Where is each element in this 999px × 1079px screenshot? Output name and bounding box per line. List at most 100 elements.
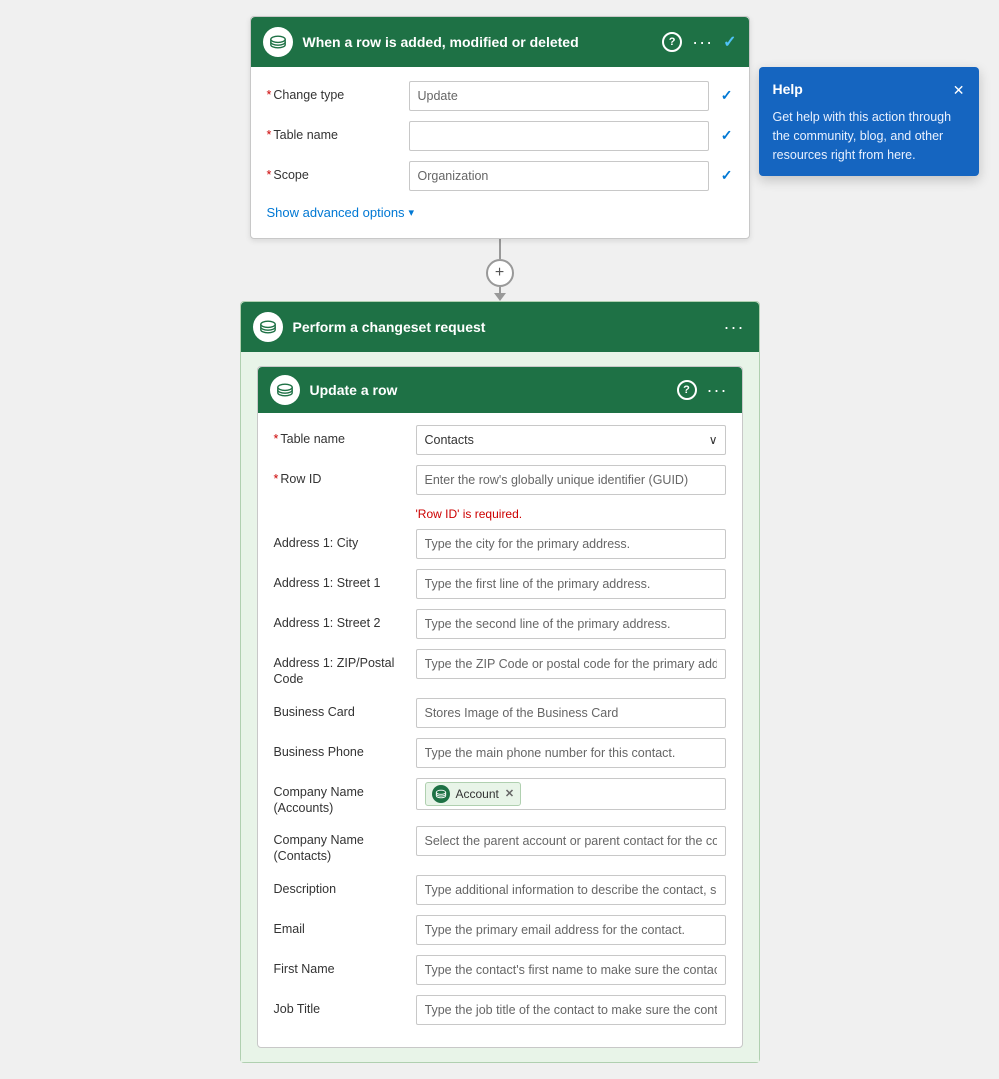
scope-check: ✓: [721, 161, 733, 184]
changeset-card-actions: ···: [722, 317, 747, 338]
trigger-card-title: When a row is added, modified or deleted: [303, 34, 653, 50]
row-id-row: *Row ID: [274, 465, 726, 495]
update-row-icon: [270, 375, 300, 405]
address-city-input[interactable]: [416, 529, 726, 559]
company-accounts-row: Company Name (Accounts): [274, 778, 726, 817]
account-chip-close[interactable]: ✕: [505, 787, 514, 800]
business-card-input[interactable]: [416, 698, 726, 728]
email-label: Email: [274, 915, 404, 937]
trigger-more-button[interactable]: ···: [690, 32, 715, 53]
help-tooltip-text: Get help with this action through the co…: [773, 108, 965, 164]
zip-code-input[interactable]: [416, 649, 726, 679]
email-row: Email: [274, 915, 726, 945]
trigger-card-header: When a row is added, modified or deleted…: [251, 17, 749, 67]
company-contacts-input[interactable]: [416, 826, 726, 856]
first-name-row: First Name: [274, 955, 726, 985]
trigger-card: When a row is added, modified or deleted…: [250, 16, 750, 239]
connector-1: +: [486, 239, 514, 301]
account-chip: Account ✕: [425, 782, 522, 806]
address-street2-label: Address 1: Street 2: [274, 609, 404, 631]
business-phone-row: Business Phone: [274, 738, 726, 768]
job-title-label: Job Title: [274, 995, 404, 1017]
update-row-body: *Table name Contacts ∨ *Row ID: [258, 413, 742, 1047]
change-type-input[interactable]: [409, 81, 709, 111]
trigger-help-button[interactable]: ?: [662, 32, 682, 52]
address-street2-input[interactable]: [416, 609, 726, 639]
table-name-check: ✓: [721, 121, 733, 144]
job-title-input[interactable]: [416, 995, 726, 1025]
job-title-row: Job Title: [274, 995, 726, 1025]
trigger-card-body: Help ✕ Get help with this action through…: [251, 67, 749, 238]
dataverse-icon-3: [276, 381, 294, 399]
advanced-options-chevron: ▾: [409, 206, 415, 219]
first-name-label: First Name: [274, 955, 404, 977]
table-name-trigger-row: *Table name Accounts ✓: [267, 121, 733, 151]
row-id-error-text: 'Row ID' is required.: [416, 507, 726, 521]
changeset-card: Perform a changeset request ··· Update a: [240, 301, 760, 1063]
trigger-card-icon: [263, 27, 293, 57]
description-row: Description: [274, 875, 726, 905]
business-phone-input[interactable]: [416, 738, 726, 768]
business-phone-label: Business Phone: [274, 738, 404, 760]
contacts-table-label: *Table name: [274, 425, 404, 447]
update-row-title: Update a row: [310, 382, 667, 398]
advanced-options-button[interactable]: Show advanced options ▾: [267, 201, 415, 224]
contacts-table-select[interactable]: Contacts: [416, 425, 726, 455]
table-name-trigger-input[interactable]: Accounts: [409, 121, 709, 151]
update-row-header: Update a row ? ···: [258, 367, 742, 413]
help-tooltip-header: Help ✕: [773, 79, 965, 100]
changeset-card-header: Perform a changeset request ···: [241, 302, 759, 352]
account-chip-icon: [432, 785, 450, 803]
dataverse-icon-chip: [435, 788, 447, 800]
email-input[interactable]: [416, 915, 726, 945]
zip-code-row: Address 1: ZIP/Postal Code: [274, 649, 726, 688]
update-row-more-button[interactable]: ···: [705, 380, 730, 401]
advanced-options-label: Show advanced options: [267, 205, 405, 220]
row-id-label: *Row ID: [274, 465, 404, 487]
add-step-button[interactable]: +: [486, 259, 514, 287]
trigger-check: ✓: [723, 32, 736, 52]
row-id-error-row: 'Row ID' is required.: [274, 505, 726, 521]
dataverse-icon: [269, 33, 287, 51]
description-label: Description: [274, 875, 404, 897]
account-chip-label: Account: [456, 787, 499, 801]
scope-label: *Scope: [267, 161, 397, 183]
changeset-more-button[interactable]: ···: [722, 317, 747, 338]
trigger-card-actions: ? ··· ✓: [662, 32, 736, 53]
change-type-label: *Change type: [267, 81, 397, 103]
contacts-table-select-wrapper: Contacts ∨: [416, 425, 726, 455]
address-street2-row: Address 1: Street 2: [274, 609, 726, 639]
change-type-row: *Change type ✓: [267, 81, 733, 111]
changeset-card-title: Perform a changeset request: [293, 319, 712, 335]
update-row-help-button[interactable]: ?: [677, 380, 697, 400]
business-card-row: Business Card: [274, 698, 726, 728]
help-tooltip-title: Help: [773, 79, 803, 100]
description-input[interactable]: [416, 875, 726, 905]
company-accounts-input[interactable]: Account ✕: [416, 778, 726, 810]
update-row-card: Update a row ? ··· *Table name: [257, 366, 743, 1048]
address-street1-row: Address 1: Street 1: [274, 569, 726, 599]
company-contacts-row: Company Name (Contacts): [274, 826, 726, 865]
scope-input[interactable]: [409, 161, 709, 191]
help-tooltip-close-button[interactable]: ✕: [953, 83, 965, 97]
address-street1-input[interactable]: [416, 569, 726, 599]
connector-arrow: [494, 293, 506, 301]
first-name-input[interactable]: [416, 955, 726, 985]
address-city-label: Address 1: City: [274, 529, 404, 551]
business-card-label: Business Card: [274, 698, 404, 720]
company-accounts-label: Company Name (Accounts): [274, 778, 404, 817]
dataverse-icon-2: [259, 318, 277, 336]
zip-code-label: Address 1: ZIP/Postal Code: [274, 649, 404, 688]
changeset-card-body: Update a row ? ··· *Table name: [241, 352, 759, 1062]
contacts-table-row: *Table name Contacts ∨: [274, 425, 726, 455]
help-tooltip: Help ✕ Get help with this action through…: [759, 67, 979, 176]
changeset-card-icon: [253, 312, 283, 342]
update-row-actions: ? ···: [677, 380, 730, 401]
row-id-input[interactable]: [416, 465, 726, 495]
add-step-icon: +: [495, 264, 504, 282]
company-contacts-label: Company Name (Contacts): [274, 826, 404, 865]
address-street1-label: Address 1: Street 1: [274, 569, 404, 591]
change-type-check: ✓: [721, 81, 733, 104]
address-city-row: Address 1: City: [274, 529, 726, 559]
table-name-trigger-label: *Table name: [267, 121, 397, 143]
